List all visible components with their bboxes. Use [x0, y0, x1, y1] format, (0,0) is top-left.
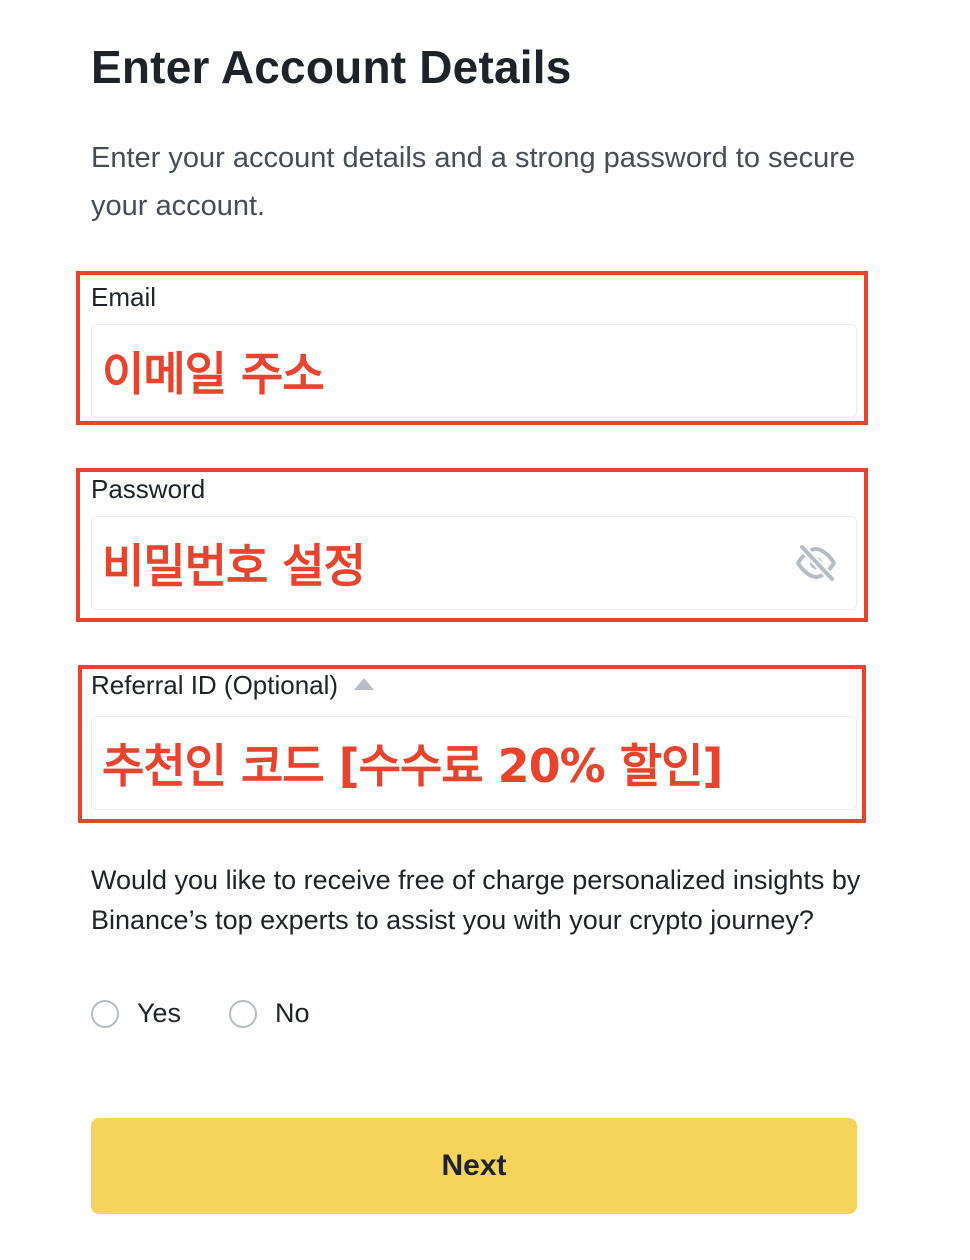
password-field-value: 비밀번호 설정 — [102, 539, 366, 593]
radio-option-no[interactable]: No — [229, 998, 310, 1029]
radio-yes-label: Yes — [137, 998, 182, 1028]
email-field[interactable]: 이메일 주소 — [91, 324, 857, 418]
page-subtitle: Enter your account details and a strong … — [91, 142, 856, 222]
insights-radio-group: Yes No — [91, 998, 358, 1029]
email-field-value: 이메일 주소 — [102, 347, 325, 401]
next-button[interactable]: Next — [91, 1118, 857, 1214]
referral-id-field[interactable]: 추천인 코드 [수수료 20% 할인] — [91, 716, 857, 810]
page-title: Enter Account Details — [91, 41, 572, 93]
radio-option-yes[interactable]: Yes — [91, 998, 181, 1029]
referral-label[interactable]: Referral ID (Optional) — [91, 670, 375, 700]
eye-slash-icon[interactable] — [794, 543, 838, 583]
insights-question: Would you like to receive free of charge… — [91, 865, 861, 935]
referral-label-text: Referral ID (Optional) — [91, 670, 339, 700]
referral-id-field-value: 추천인 코드 [수수료 20% 할인] — [102, 739, 723, 793]
radio-no[interactable] — [229, 999, 258, 1028]
password-label: Password — [91, 474, 206, 504]
email-label: Email — [91, 282, 157, 312]
caret-up-icon[interactable] — [354, 678, 375, 691]
radio-yes[interactable] — [91, 999, 119, 1028]
radio-no-label: No — [275, 998, 310, 1028]
password-field[interactable]: 비밀번호 설정 — [91, 516, 857, 610]
